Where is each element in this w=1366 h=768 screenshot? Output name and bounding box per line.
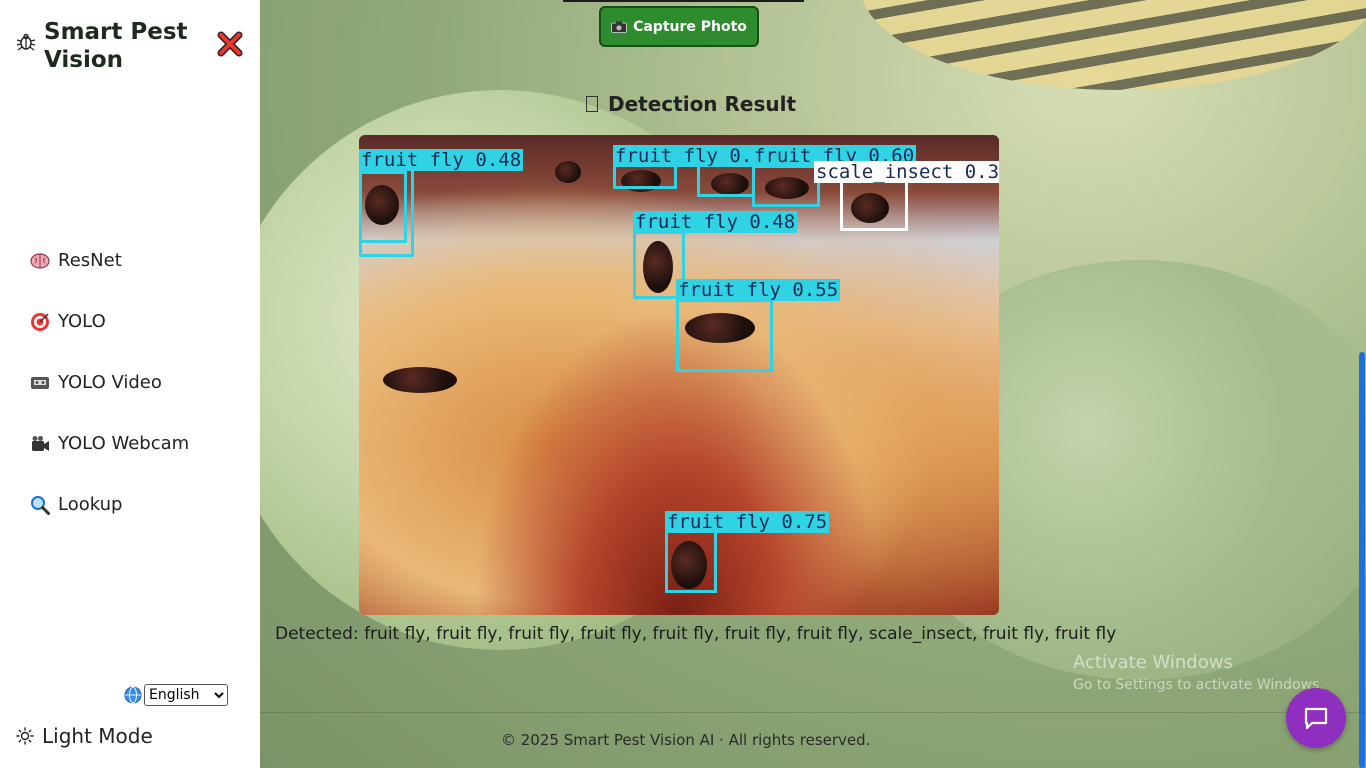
sidebar-item-yolo[interactable]: YOLO — [30, 291, 189, 352]
sidebar-item-yolo-video[interactable]: YOLO Video — [30, 352, 189, 413]
sidebar-item-label: ResNet — [58, 250, 122, 271]
detection-result-image: fruit fly 0.48 fruit fly 0.55 fruit fly … — [359, 135, 999, 615]
detection-label: fruit fly 0.48 — [633, 211, 798, 233]
magnifier-icon — [30, 495, 50, 515]
video-camera-icon — [30, 434, 50, 454]
sidebar-item-lookup[interactable]: Lookup — [30, 474, 189, 535]
brand: Smart Pest Vision — [16, 18, 204, 74]
bug-icon — [16, 33, 36, 51]
activate-windows-subtitle: Go to Settings to activate Windows. — [1073, 677, 1324, 693]
app-title: Smart Pest Vision — [44, 19, 188, 73]
video-cassette-icon — [30, 373, 50, 393]
theme-toggle-label: Light Mode — [42, 724, 153, 748]
brain-icon — [30, 251, 50, 271]
sidebar-item-yolo-webcam[interactable]: YOLO Webcam — [30, 413, 189, 474]
close-icon[interactable] — [216, 30, 244, 58]
sidebar-item-label: YOLO Video — [58, 372, 162, 393]
capture-photo-label: Capture Photo — [633, 18, 747, 35]
detection-result-title: Detection Result — [608, 92, 797, 116]
sidebar-item-resnet[interactable]: ResNet — [30, 230, 189, 291]
detection-result-heading: Detection Result — [586, 92, 796, 116]
detection-label: fruit fly 0.55 — [676, 279, 841, 301]
sidebar-item-label: Lookup — [58, 494, 123, 515]
detection-box — [752, 165, 820, 207]
footer-divider — [260, 712, 1366, 713]
detection-box — [697, 163, 755, 197]
chat-button[interactable] — [1286, 688, 1346, 748]
placeholder-glyph-icon — [586, 96, 598, 112]
capture-photo-button[interactable]: Capture Photo — [599, 6, 759, 47]
detection-label: fruit fly 0.48 — [359, 149, 524, 171]
detection-label: fruit fly 0.75 — [665, 511, 830, 533]
activate-windows-title: Activate Windows — [1073, 652, 1233, 673]
detected-summary: Detected: fruit fly, fruit fly, fruit fl… — [275, 624, 1117, 644]
top-divider — [563, 0, 804, 2]
camera-icon — [611, 21, 627, 33]
insect — [383, 367, 457, 393]
sidebar-nav: ResNet YOLO YOLO Video YOLO Webcam Looku… — [30, 230, 189, 535]
sidebar: Smart Pest Vision ResNet YOLO YOLO Video — [0, 0, 260, 768]
scrollbar-thumb[interactable] — [1359, 352, 1365, 768]
language-select[interactable]: English — [144, 684, 228, 706]
footer-text: © 2025 Smart Pest Vision AI · All rights… — [501, 731, 871, 749]
sun-icon — [16, 727, 34, 745]
detection-box — [359, 171, 407, 243]
chat-bubble-icon — [1304, 707, 1328, 730]
detection-box — [665, 529, 717, 593]
detection-box — [840, 179, 908, 231]
target-icon — [30, 312, 50, 332]
theme-toggle[interactable]: Light Mode — [16, 724, 153, 748]
language-switcher: English — [124, 684, 228, 706]
detection-box — [676, 299, 773, 372]
insect — [555, 161, 581, 183]
globe-icon — [124, 686, 142, 704]
sidebar-item-label: YOLO — [58, 311, 106, 332]
sidebar-item-label: YOLO Webcam — [58, 433, 190, 454]
detection-label: scale_insect 0.31 — [814, 161, 999, 183]
